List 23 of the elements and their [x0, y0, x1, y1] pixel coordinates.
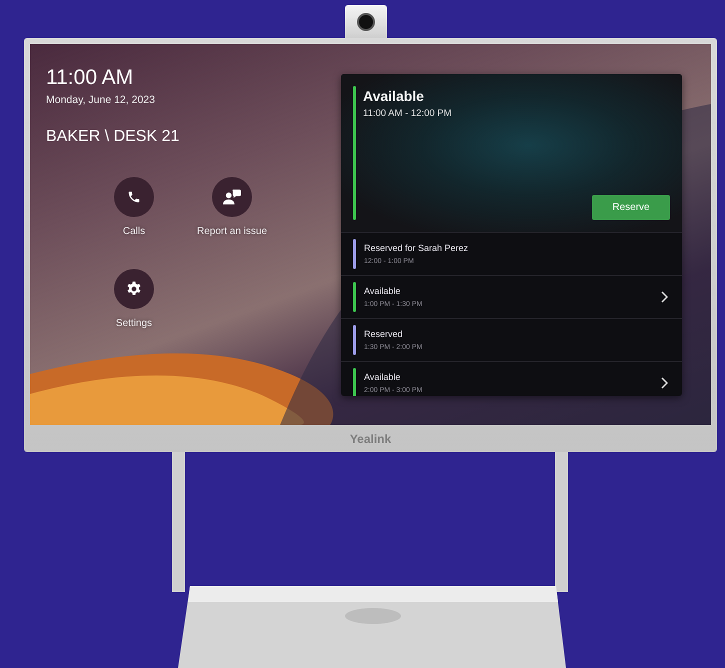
chevron-right-icon[interactable] [661, 377, 668, 389]
people-app-button[interactable] [212, 177, 252, 217]
chevron-right-icon[interactable] [661, 291, 668, 303]
camera-drawing [345, 5, 387, 38]
booking-time: 11:00 AM - 12:00 PM [363, 108, 453, 119]
booking-status: Reserved for Sarah Perez [364, 243, 470, 253]
phone-icon [127, 190, 141, 204]
room-name: BAKER \ DESK 21 [46, 128, 180, 146]
clock-time: 11:00 AM [46, 66, 134, 90]
booking-status: Available [364, 286, 402, 296]
settings-icon [126, 281, 142, 297]
gear-app-button[interactable] [114, 269, 154, 309]
people-icon [222, 188, 242, 206]
app-label: Calls [122, 226, 146, 237]
booking-status: Reserved [364, 329, 404, 339]
reserve-button[interactable]: Reserve [592, 195, 670, 220]
app-label: Settings [116, 318, 152, 329]
date-text: Monday, June 12, 2023 [46, 94, 156, 106]
brand-logo: Yealink [350, 432, 392, 446]
phone-app-button[interactable] [114, 177, 154, 217]
booking-status: Available [364, 372, 402, 382]
app-label: Report an issue [196, 226, 268, 237]
booking-status: Available [363, 88, 425, 104]
